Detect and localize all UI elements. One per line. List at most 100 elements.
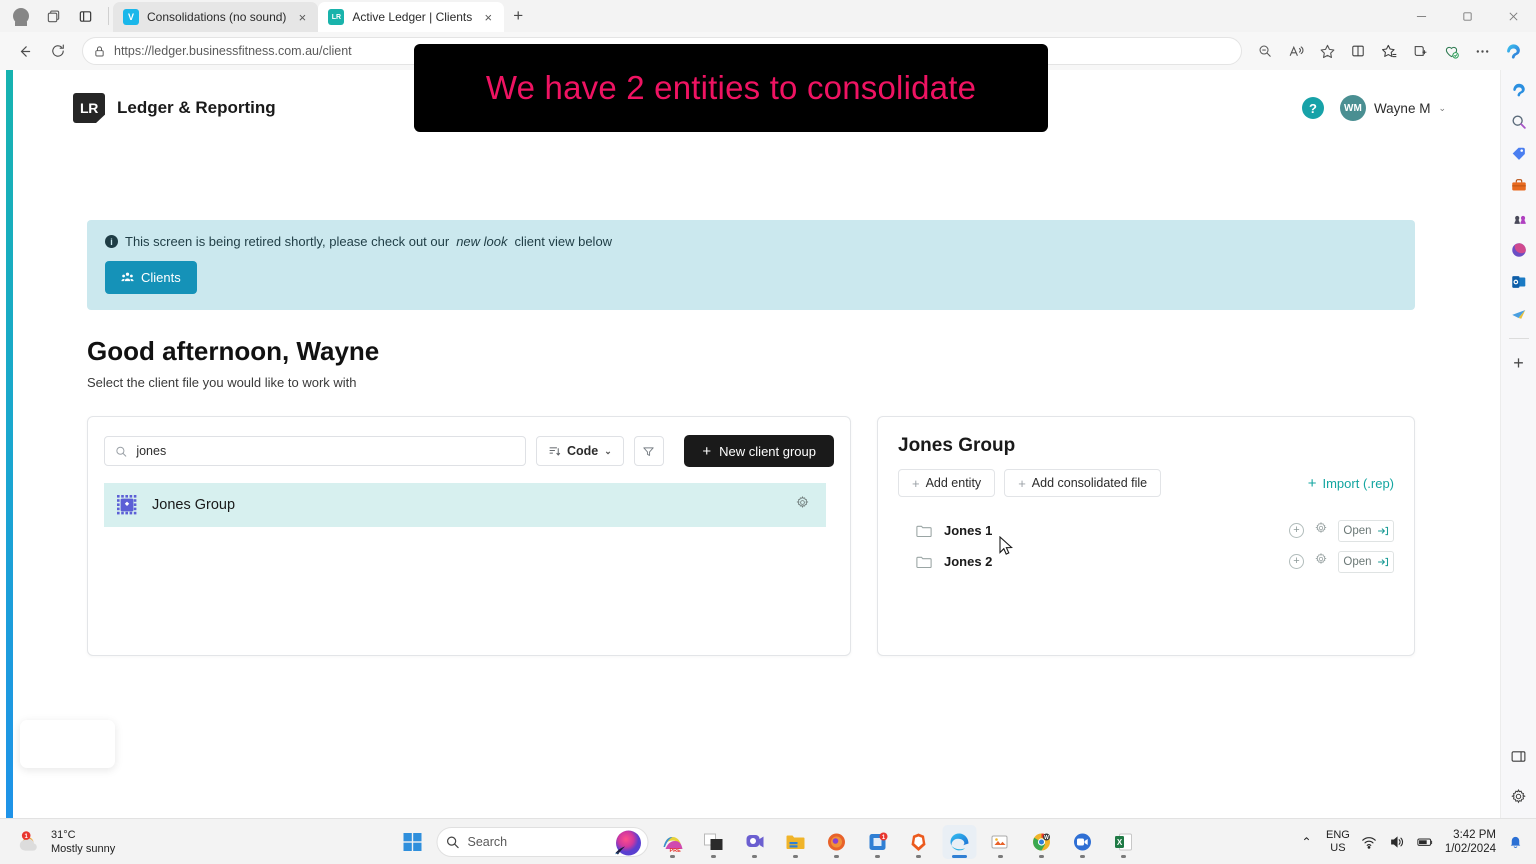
entity-row[interactable]: Jones 2 + Open [898,546,1394,577]
copilot-icon[interactable] [1498,36,1528,66]
edge-icon[interactable] [942,824,977,859]
search-input[interactable] [136,444,515,458]
open-arrow-icon [1377,557,1388,566]
svg-text:W: W [1044,834,1049,840]
minimize-button[interactable] [1398,0,1444,32]
profile-avatar-icon[interactable] [8,3,34,29]
new-client-group-button[interactable]: + New client group [684,435,834,467]
add-entity-button[interactable]: + Add entity [898,469,996,497]
file-explorer-icon[interactable] [779,825,813,859]
search-field[interactable] [104,436,526,466]
retirement-banner: i This screen is being retired shortly, … [87,220,1415,310]
open-label: Open [1343,524,1372,537]
zoom-out-icon[interactable] [1250,36,1280,66]
office-icon[interactable] [1505,236,1533,264]
browser-essentials-icon[interactable] [1436,36,1466,66]
user-name: Wayne M [1373,100,1431,116]
copilot-icon[interactable] [1505,76,1533,104]
app-logo[interactable]: LR Ledger & Reporting [73,93,276,123]
maximize-button[interactable] [1444,0,1490,32]
chrome-icon[interactable]: W [1025,825,1059,859]
firefox-icon[interactable] [820,825,854,859]
circle-plus-icon[interactable]: + [1289,523,1304,538]
customize-sidebar-icon[interactable] [1505,742,1533,770]
clock[interactable]: 3:42 PM 1/02/2024 [1445,828,1496,856]
client-group-row[interactable]: Jones Group [104,483,826,527]
tab-close-icon[interactable]: × [480,9,496,25]
shopping-icon[interactable] [1505,140,1533,168]
weather-widget[interactable]: 1 31°C Mostly sunny [0,828,115,856]
settings-gear-icon[interactable] [1505,782,1533,810]
app-icon[interactable] [984,825,1018,859]
browser-tab-0[interactable]: V Consolidations (no sound) × [113,2,319,32]
entity-actions: + Open [1289,550,1394,573]
excel-icon[interactable]: X [1107,825,1141,859]
new-tab-button[interactable]: + [504,2,532,30]
circle-plus-icon[interactable]: + [1289,554,1304,569]
volume-icon[interactable] [1389,833,1406,850]
gear-icon[interactable] [795,495,810,515]
tray-overflow-icon[interactable]: ⌃ [1298,833,1315,850]
collections-icon[interactable] [1405,36,1435,66]
import-rep-button[interactable]: + Import (.rep) [1308,475,1394,492]
favorites-icon[interactable] [1374,36,1404,66]
split-screen-icon[interactable] [1343,36,1373,66]
open-label: Open [1343,555,1372,568]
weather-icon: 1 [18,830,42,854]
close-button[interactable] [1490,0,1536,32]
ledger-icon: LR [328,9,345,25]
help-icon[interactable]: ? [1301,97,1324,119]
plus-icon: + [702,442,712,460]
tab-actions-icon[interactable] [72,3,98,29]
header-actions: ? WM Wayne M ⌄ [1301,95,1446,121]
snipping-tool-icon[interactable] [697,825,731,859]
windows-start-icon[interactable] [396,825,430,859]
open-entity-button[interactable]: Open [1338,550,1394,573]
filter-button[interactable] [633,436,664,466]
add-consolidated-file-button[interactable]: + Add consolidated file [1004,469,1162,497]
drop-icon[interactable] [1505,300,1533,328]
vimeo-icon: V [123,9,139,25]
language-indicator[interactable]: ENG US [1326,829,1350,855]
sort-button[interactable]: Code ⌄ [536,436,624,466]
zoom-icon[interactable] [1066,825,1100,859]
svg-text:X: X [1117,838,1123,847]
copilot-icon[interactable]: PRE [656,825,690,859]
gear-icon[interactable] [1314,521,1328,540]
tab-title: Active Ledger | Clients [352,10,473,24]
avatar: WM [1339,95,1366,121]
outlook-icon[interactable] [1505,268,1533,296]
taskbar-search[interactable]: Search [436,826,649,857]
browser-tab-1[interactable]: LR Active Ledger | Clients × [318,2,505,32]
open-entity-button[interactable]: Open [1338,519,1394,542]
back-button[interactable] [8,36,40,66]
clients-button[interactable]: Clients [105,261,197,294]
brave-icon[interactable] [902,825,936,859]
gear-icon[interactable] [1314,552,1328,571]
weather-text: 31°C Mostly sunny [51,828,115,856]
battery-icon[interactable] [1417,833,1434,850]
client-group-name: Jones Group [152,497,236,513]
add-sidebar-app-button[interactable]: + [1505,349,1533,377]
panels-row: Code ⌄ + New client group [87,416,1500,656]
teams-icon[interactable] [738,825,772,859]
entity-row[interactable]: Jones 1 + Open [898,515,1394,546]
tab-close-icon[interactable]: × [294,9,310,25]
chat-widget[interactable] [20,720,115,768]
new-client-group-label: New client group [719,443,816,459]
wifi-icon[interactable] [1361,833,1378,850]
games-icon[interactable] [1505,204,1533,232]
search-icon[interactable] [1505,108,1533,136]
favorite-star-icon[interactable] [1312,36,1342,66]
chevron-down-icon: ⌄ [604,445,612,456]
reload-button[interactable] [42,36,74,66]
store-icon[interactable]: 1 [861,825,895,859]
user-menu[interactable]: WM Wayne M ⌄ [1339,95,1446,121]
folder-icon [916,556,932,568]
workspaces-icon[interactable] [40,3,66,29]
import-rep-label: Import (.rep) [1322,475,1394,491]
more-options-icon[interactable] [1467,36,1497,66]
read-aloud-icon[interactable] [1281,36,1311,66]
tools-icon[interactable] [1505,172,1533,200]
bell-icon[interactable] [1507,833,1524,850]
